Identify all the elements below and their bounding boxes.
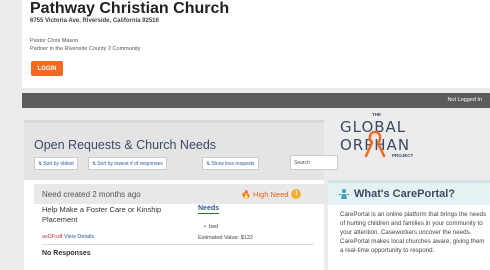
show-less-button[interactable]: ⇅ Show less requests <box>202 157 259 170</box>
sort-oldest-label: Sort by oldest <box>43 160 74 167</box>
priority-badge: 🔥 High Need ! <box>241 189 302 199</box>
need-created-date: Need created 2 months ago <box>42 190 141 199</box>
need-header: Need created 2 months ago 🔥 High Need ! <box>34 184 338 204</box>
sort-oldest-button[interactable]: ⇅ Sort by oldest <box>34 157 78 170</box>
person-info-icon <box>338 189 350 199</box>
careportal-description: CarePortal is an online platform that br… <box>340 211 487 254</box>
request-id-row: asDFsdf View Details <box>42 234 94 240</box>
view-details-link[interactable]: View Details <box>64 234 94 240</box>
login-status: Not Logged In <box>447 97 482 103</box>
partner-community: Partner in the Riverside County 2 Commun… <box>30 46 141 52</box>
priority-label: High Need <box>252 189 289 199</box>
requests-header: Open Requests & Church Needs ⇅ Sort by o… <box>24 123 338 180</box>
login-button[interactable]: LOGIN <box>31 61 63 76</box>
needs-heading: Needs <box>198 205 220 214</box>
request-id: asDFsdf <box>42 234 63 240</box>
ribbon-icon <box>364 130 386 158</box>
sort-responses-label: Sort by lowest # of responses <box>97 160 163 167</box>
careportal-title: What's CarePortal? <box>354 188 456 200</box>
show-less-label: Show less requests <box>211 160 255 167</box>
status-bar: Not Logged In <box>22 93 490 108</box>
church-header: Pathway Christian Church 6755 Victoria A… <box>22 0 490 88</box>
requests-panel: Open Requests & Church Needs ⇅ Sort by o… <box>24 120 338 270</box>
needs-item: bed <box>204 224 218 230</box>
careportal-info-card: What's CarePortal? CarePortal is an onli… <box>328 180 490 270</box>
search-input[interactable] <box>290 155 338 170</box>
sort-icon: ⇅ <box>38 160 43 167</box>
warning-icon: ! <box>291 189 302 199</box>
sort-icon: ⇅ <box>92 160 97 167</box>
church-name: Pathway Christian Church <box>30 0 230 17</box>
request-title: Help Make a Foster Care or Kinship Place… <box>42 205 162 224</box>
flame-icon: 🔥 <box>241 189 251 199</box>
church-address: 6755 Victoria Ave, Riverside, California… <box>30 18 159 24</box>
careportal-header: What's CarePortal? <box>328 183 490 205</box>
divider <box>42 244 314 245</box>
sort-icon: ⇅ <box>206 160 211 167</box>
requests-title: Open Requests & Church Needs <box>34 138 217 152</box>
sort-responses-button[interactable]: ⇅ Sort by lowest # of responses <box>88 157 167 170</box>
pastor-name: Pastor Chris Mason <box>30 38 79 44</box>
responses-status: No Responses <box>42 250 91 257</box>
global-orphan-project-logo: THE GLOBAL ORPHAN PROJECT <box>340 112 414 158</box>
estimated-value: Estimated Value: $122 <box>198 235 253 241</box>
